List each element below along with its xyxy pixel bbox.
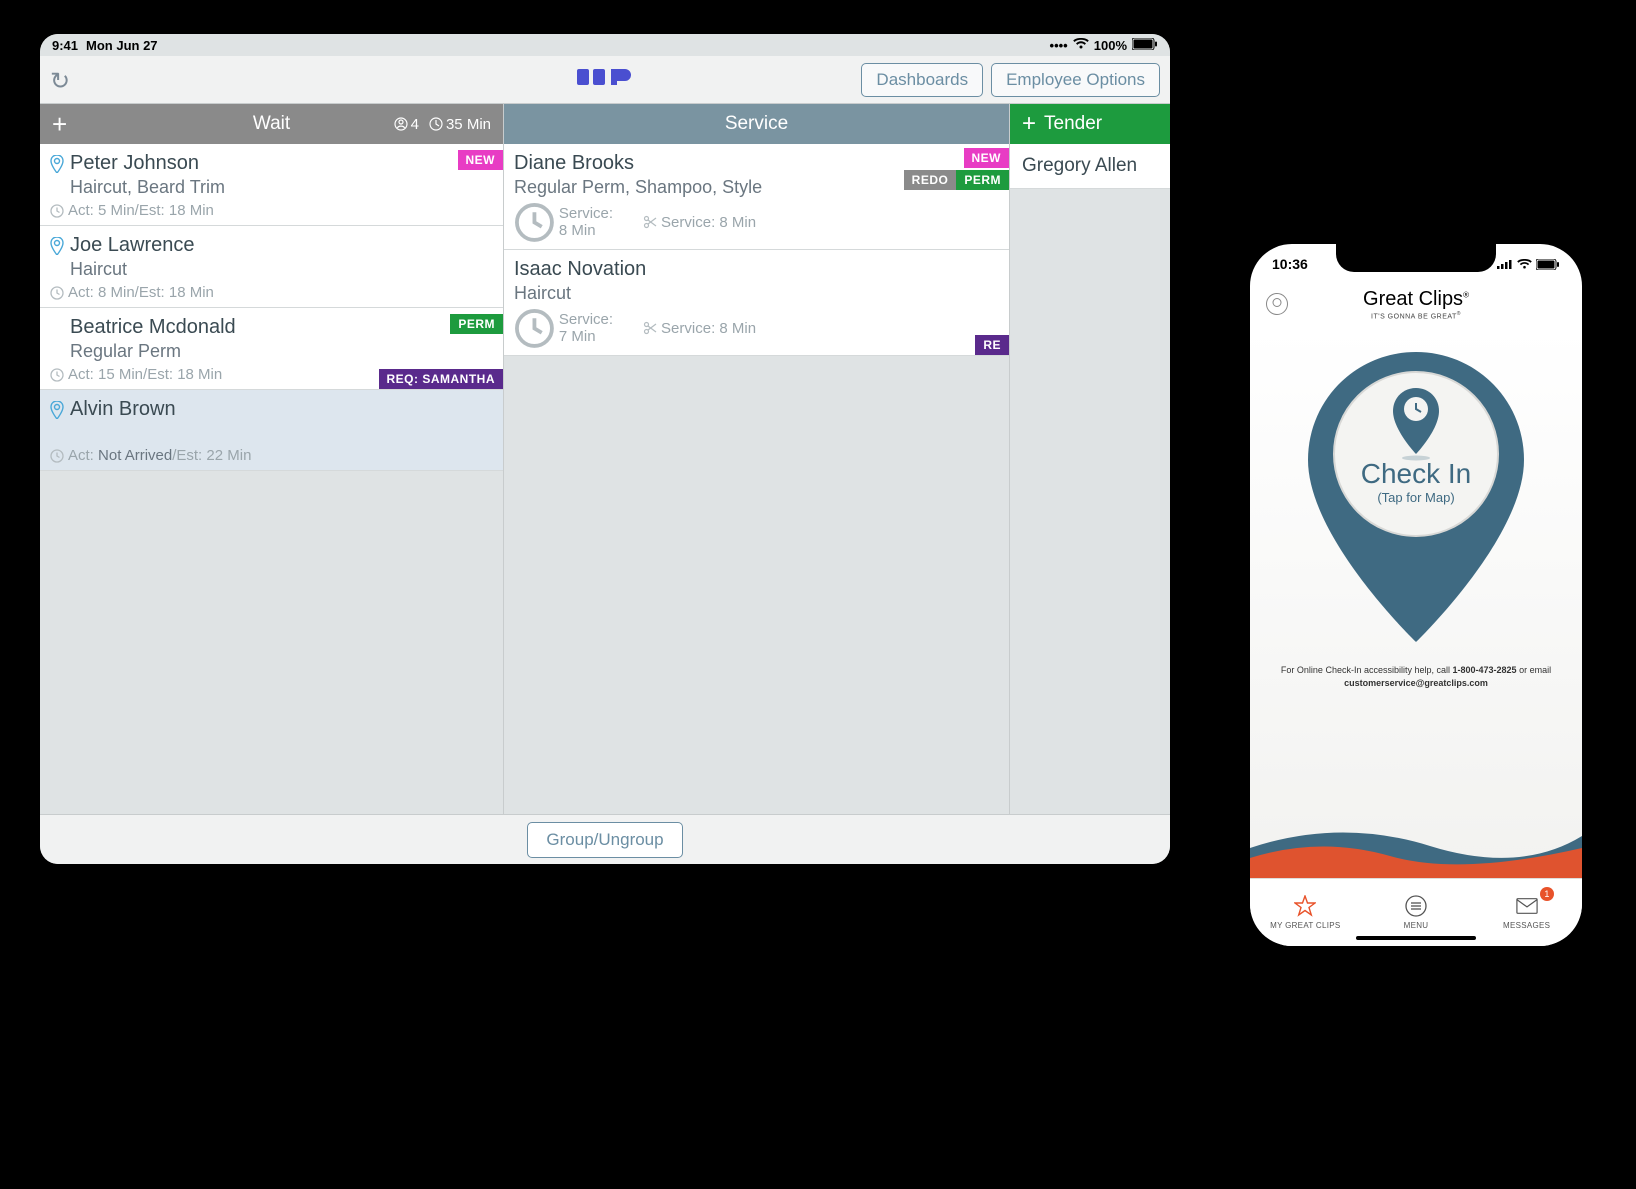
wait-time: Act: 8 Min/Est: 18 Min (50, 284, 493, 301)
customer-name: Beatrice Mcdonald (70, 316, 236, 339)
service-list[interactable]: Diane Brooks Regular Perm, Shampoo, Styl… (504, 144, 1009, 814)
toolbar: ↻ Dashboards Employee Options (40, 56, 1170, 104)
badge-perm: PERM (450, 314, 503, 334)
battery-percent: 100% (1094, 38, 1127, 53)
bottom-bar: Group/Ungroup (40, 814, 1170, 864)
employee-options-button[interactable]: Employee Options (991, 63, 1160, 97)
service-time: Service: 8 Min Service: 8 Min (514, 202, 999, 243)
iphone-device: 10:36 Great Clips® IT'S GONNA BE GREAT® (1236, 230, 1596, 960)
home-indicator[interactable] (1356, 936, 1476, 940)
wave-graphic (1250, 818, 1582, 878)
add-tender-icon: + (1022, 110, 1036, 138)
badge-req: RE (975, 335, 1009, 355)
ipad-status-bar: 9:41 Mon Jun 27 •••• 100% (40, 34, 1170, 56)
iphone-notch (1336, 244, 1496, 272)
customer-name: Joe Lawrence (70, 234, 195, 257)
wait-item[interactable]: Beatrice Mcdonald Regular Perm Act: 15 M… (40, 308, 503, 390)
badge-redo: REDO (904, 170, 957, 190)
service-column: Service Diane Brooks Regular Perm, Shamp… (504, 104, 1010, 814)
iphone-time: 10:36 (1272, 256, 1308, 272)
wifi-icon (1073, 38, 1089, 53)
service-time: Service: 7 Min Service: 8 Min (514, 308, 999, 349)
great-clips-logo: Great Clips® IT'S GONNA BE GREAT® (1363, 288, 1469, 320)
wait-time: Act: 5 Min/Est: 18 Min (50, 202, 493, 219)
iphone-header: Great Clips® IT'S GONNA BE GREAT® (1250, 284, 1582, 328)
customer-name: Diane Brooks (514, 152, 634, 175)
wait-header: + Wait 4 35 Min (40, 104, 503, 144)
battery-icon (1132, 38, 1158, 53)
badge-perm: PERM (956, 170, 1009, 190)
customer-services: Haircut (514, 283, 999, 304)
group-ungroup-button[interactable]: Group/Ungroup (527, 822, 682, 858)
signal-icon: •••• (1050, 38, 1068, 53)
tab-my-great-clips[interactable]: MY GREAT CLIPS (1250, 879, 1361, 946)
profile-icon[interactable] (1266, 293, 1288, 315)
status-time: 9:41 (52, 38, 78, 53)
wait-time: Act: Not Arrived/Est: 22 Min (50, 447, 493, 464)
iphone-status-icons (1497, 259, 1560, 270)
customer-services: Haircut (70, 259, 493, 280)
service-item[interactable]: Diane Brooks Regular Perm, Shampoo, Styl… (504, 144, 1009, 250)
customer-services: Haircut, Beard Trim (70, 177, 493, 198)
status-date: Mon Jun 27 (86, 38, 158, 53)
wait-title: Wait (253, 113, 290, 135)
tender-header[interactable]: + Tender (1010, 104, 1170, 144)
dashboards-button[interactable]: Dashboards (861, 63, 983, 97)
tender-column: + Tender Gregory Allen (1010, 104, 1170, 814)
envelope-icon (1516, 895, 1538, 917)
star-icon (1294, 895, 1316, 917)
customer-services: Regular Perm (70, 341, 493, 362)
badge-new: NEW (458, 150, 504, 170)
wait-est: 35 Min (429, 116, 491, 133)
customer-name: Peter Johnson (70, 152, 199, 175)
add-wait-button[interactable]: + (52, 109, 67, 140)
ipad-device: 9:41 Mon Jun 27 •••• 100% ↻ Dashboards (20, 14, 1190, 884)
tender-list[interactable]: Gregory Allen (1010, 144, 1170, 814)
ipad-screen: 9:41 Mon Jun 27 •••• 100% ↻ Dashboards (40, 34, 1170, 864)
checkin-pin[interactable]: Check In (Tap for Map) (1286, 338, 1546, 658)
iphone-screen: 10:36 Great Clips® IT'S GONNA BE GREAT® (1250, 244, 1582, 946)
wait-list[interactable]: Peter Johnson Haircut, Beard Trim Act: 5… (40, 144, 503, 814)
tender-title: Tender (1044, 113, 1102, 135)
wait-item[interactable]: Joe Lawrence Haircut Act: 8 Min/Est: 18 … (40, 226, 503, 308)
wait-column: + Wait 4 35 Min Peter Johnson Ha (40, 104, 504, 814)
wait-item[interactable]: Peter Johnson Haircut, Beard Trim Act: 5… (40, 144, 503, 226)
customer-name: Isaac Novation (514, 258, 646, 281)
wait-count: 4 (394, 116, 419, 133)
checkin-area[interactable]: Check In (Tap for Map) For Online Check-… (1250, 328, 1582, 878)
service-item[interactable]: Isaac Novation Haircut Service: 7 Min Se… (504, 250, 1009, 356)
refresh-button[interactable]: ↻ (50, 67, 76, 93)
tab-messages[interactable]: 1 MESSAGES (1471, 879, 1582, 946)
badge-req: REQ: SAMANTHA (379, 369, 504, 389)
help-text: For Online Check-In accessibility help, … (1250, 658, 1582, 695)
menu-icon (1405, 895, 1427, 917)
service-title: Service (725, 113, 788, 135)
columns-area: + Wait 4 35 Min Peter Johnson Ha (40, 104, 1170, 814)
checkin-text: Check In (Tap for Map) (1286, 458, 1546, 505)
app-logo (577, 65, 633, 95)
messages-badge: 1 (1540, 887, 1554, 901)
tender-item[interactable]: Gregory Allen (1010, 144, 1170, 189)
service-header: Service (504, 104, 1009, 144)
wait-item[interactable]: Alvin Brown Act: Not Arrived/Est: 22 Min (40, 390, 503, 471)
badge-new: NEW (964, 148, 1010, 168)
customer-name: Alvin Brown (70, 398, 176, 421)
